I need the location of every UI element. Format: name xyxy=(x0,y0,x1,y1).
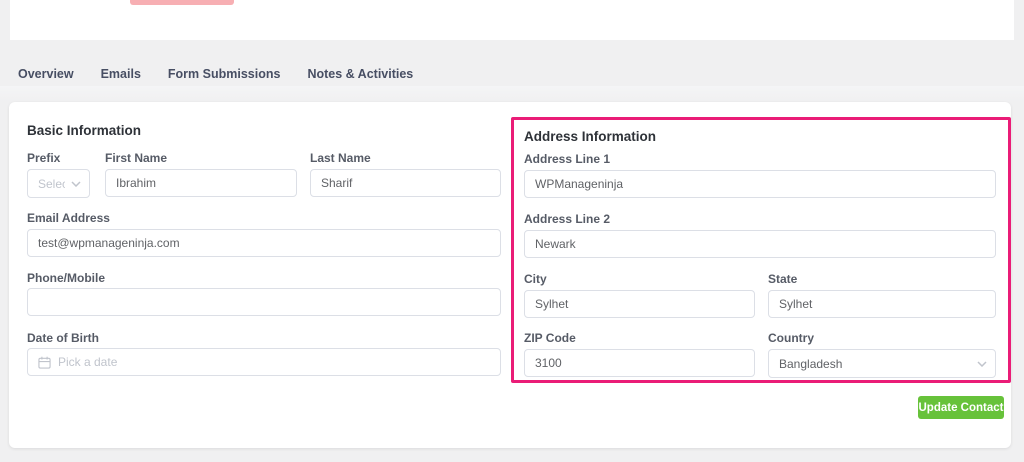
city-input[interactable] xyxy=(524,290,755,318)
last-name-input[interactable] xyxy=(310,169,501,197)
update-contact-button[interactable]: Update Contact xyxy=(918,396,1004,419)
chevron-down-icon xyxy=(977,360,987,367)
tab-form-submissions[interactable]: Form Submissions xyxy=(168,66,281,82)
first-name-input[interactable] xyxy=(105,169,297,197)
state-label: State xyxy=(768,272,798,286)
email-input[interactable] xyxy=(27,229,501,257)
phone-label: Phone/Mobile xyxy=(27,271,105,285)
address-information-heading: Address Information xyxy=(524,129,657,144)
email-label: Email Address xyxy=(27,211,110,225)
address-line-2-label: Address Line 2 xyxy=(524,212,611,226)
zip-code-label: ZIP Code xyxy=(524,331,576,345)
zip-code-input[interactable] xyxy=(524,349,755,377)
tab-nav: Overview Emails Form Submissions Notes &… xyxy=(18,66,413,82)
country-select-value: Bangladesh xyxy=(779,356,843,371)
dob-input[interactable] xyxy=(58,355,490,369)
first-name-label: First Name xyxy=(105,151,168,165)
dob-datepicker[interactable] xyxy=(27,348,501,376)
address-line-1-input[interactable] xyxy=(524,170,996,198)
tab-overview[interactable]: Overview xyxy=(18,66,74,82)
header-bar xyxy=(10,0,1014,40)
state-input[interactable] xyxy=(768,290,996,318)
city-label: City xyxy=(524,272,547,286)
header-accent-bar xyxy=(130,0,234,5)
prefix-select-placeholder: Select xyxy=(38,176,65,191)
chevron-down-icon xyxy=(71,180,81,187)
contact-profile-page: Overview Emails Form Submissions Notes &… xyxy=(0,0,1024,462)
tab-emails[interactable]: Emails xyxy=(101,66,141,82)
calendar-icon xyxy=(38,356,51,369)
address-line-2-input[interactable] xyxy=(524,230,996,258)
tab-notes-activities[interactable]: Notes & Activities xyxy=(307,66,413,82)
basic-information-heading: Basic Information xyxy=(27,123,142,138)
last-name-label: Last Name xyxy=(310,151,371,165)
dob-label: Date of Birth xyxy=(27,331,99,345)
country-select[interactable]: Bangladesh xyxy=(768,349,996,378)
phone-input[interactable] xyxy=(27,288,501,316)
prefix-label: Prefix xyxy=(27,151,61,165)
tab-divider-fade xyxy=(0,86,1024,102)
country-label: Country xyxy=(768,331,814,345)
prefix-select[interactable]: Select xyxy=(27,169,90,198)
contact-form-card: Basic Information Prefix First Name Last… xyxy=(9,102,1011,448)
address-line-1-label: Address Line 1 xyxy=(524,152,611,166)
